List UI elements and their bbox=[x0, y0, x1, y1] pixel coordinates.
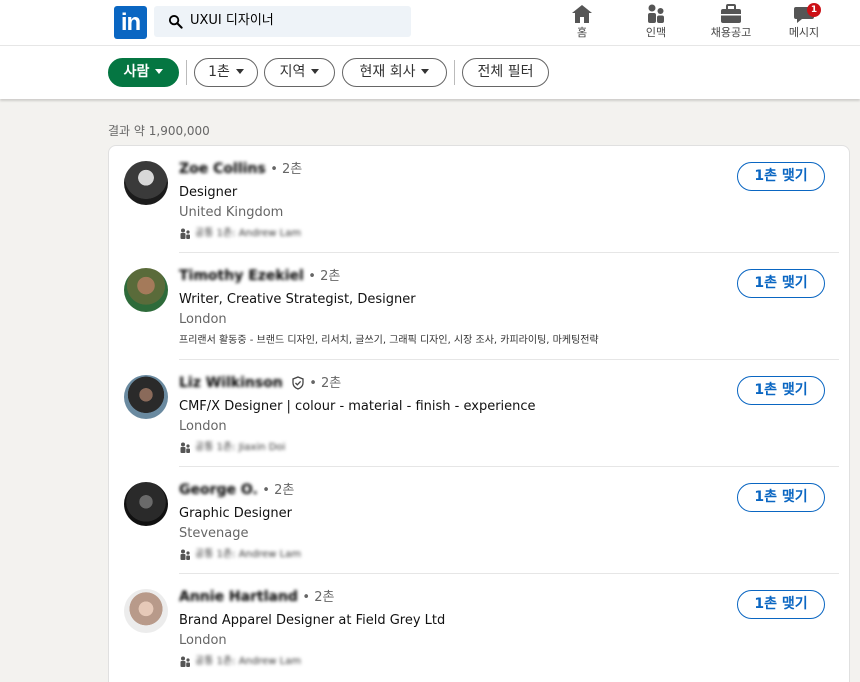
result-headline: Brand Apparel Designer at Field Grey Ltd bbox=[179, 613, 446, 628]
result-location: London bbox=[179, 312, 227, 327]
filter-location-label: 지역 bbox=[279, 64, 306, 80]
filter-current-company-button[interactable]: 현재 회사 bbox=[342, 58, 447, 87]
mutual-connections-icon bbox=[180, 656, 190, 667]
nav-jobs-label: 채용공고 bbox=[710, 26, 752, 39]
result-headline: Writer, Creative Strategist, Designer bbox=[179, 292, 416, 307]
search-input[interactable]: UXUI 디자이너 bbox=[154, 6, 411, 37]
result-mutual-text: 공통 1촌: Andrew Lam bbox=[195, 656, 302, 667]
connect-button[interactable]: 1촌 맺기 bbox=[737, 376, 825, 405]
result-location: United Kingdom bbox=[179, 205, 284, 220]
result-mutual-text: 공통 1촌: Andrew Lam bbox=[195, 228, 302, 239]
caret-down-icon bbox=[155, 68, 164, 74]
linkedin-logo[interactable]: in bbox=[114, 6, 147, 39]
mutual-connections-icon bbox=[180, 442, 190, 453]
result-summary: 프리랜서 활동중 - 브랜드 디자인, 리서치, 글쓰기, 그래픽 디자인, 시… bbox=[179, 335, 599, 346]
filter-connections-label: 1촌 bbox=[208, 64, 230, 80]
nav-messaging[interactable]: 1 메시지 bbox=[769, 3, 839, 43]
result-item: Annie Hartland • 2촌 Brand Apparel Design… bbox=[109, 574, 851, 681]
nav-network[interactable]: 인맥 bbox=[621, 3, 691, 43]
messaging-badge: 1 bbox=[807, 3, 821, 17]
connect-button[interactable]: 1촌 맺기 bbox=[737, 483, 825, 512]
connect-button[interactable]: 1촌 맺기 bbox=[737, 590, 825, 619]
result-location: London bbox=[179, 419, 227, 434]
result-name[interactable]: Liz Wilkinson bbox=[179, 375, 283, 391]
connect-button[interactable]: 1촌 맺기 bbox=[737, 162, 825, 191]
result-mutual: 공통 1촌: Andrew Lam bbox=[179, 547, 301, 562]
mutual-connections-icon bbox=[180, 228, 190, 239]
result-item: Liz Wilkinson • 2촌 CMF/X Designer | colo… bbox=[109, 360, 851, 467]
filter-people-button[interactable]: 사람 bbox=[108, 58, 179, 87]
result-name[interactable]: George O. bbox=[179, 482, 258, 498]
search-results-list: Zoe Collins • 2촌 Designer United Kingdom… bbox=[108, 145, 850, 682]
mutual-connections-icon bbox=[180, 549, 190, 560]
connect-button[interactable]: 1촌 맺기 bbox=[737, 269, 825, 298]
result-headline: Designer bbox=[179, 185, 238, 200]
result-degree: • 2촌 bbox=[302, 590, 335, 605]
filter-divider bbox=[454, 60, 455, 85]
result-name[interactable]: Zoe Collins bbox=[179, 161, 266, 177]
filter-people-label: 사람 bbox=[123, 64, 150, 80]
result-item: Timothy Ezekiel • 2촌 Writer, Creative St… bbox=[109, 253, 851, 360]
result-item: George O. • 2촌 Graphic Designer Stevenag… bbox=[109, 467, 851, 574]
search-icon bbox=[168, 14, 183, 29]
caret-down-icon bbox=[421, 68, 430, 74]
result-item: Zoe Collins • 2촌 Designer United Kingdom… bbox=[109, 146, 851, 253]
result-mutual-text: 공통 1촌: Jiaxin Doi bbox=[195, 442, 286, 453]
avatar[interactable] bbox=[124, 161, 168, 205]
result-degree: • 2촌 bbox=[309, 376, 342, 391]
result-location: London bbox=[179, 633, 227, 648]
result-name[interactable]: Timothy Ezekiel bbox=[179, 268, 304, 284]
nav-network-label: 인맥 bbox=[645, 26, 667, 39]
filter-location-button[interactable]: 지역 bbox=[264, 58, 335, 87]
caret-down-icon bbox=[235, 68, 244, 74]
nav-home-label: 홈 bbox=[576, 26, 588, 39]
avatar[interactable] bbox=[124, 482, 168, 526]
search-value: UXUI 디자이너 bbox=[190, 13, 274, 28]
nav-messaging-label: 메시지 bbox=[788, 26, 820, 39]
nav-jobs[interactable]: 채용공고 bbox=[696, 3, 766, 43]
avatar[interactable] bbox=[124, 589, 168, 633]
home-icon bbox=[572, 5, 592, 23]
network-icon bbox=[648, 4, 664, 23]
result-degree: • 2촌 bbox=[308, 269, 341, 284]
jobs-icon bbox=[721, 4, 741, 23]
result-degree: • 2촌 bbox=[270, 162, 303, 177]
filter-connections-button[interactable]: 1촌 bbox=[194, 58, 258, 87]
filter-current-company-label: 현재 회사 bbox=[359, 64, 416, 80]
filter-divider bbox=[186, 60, 187, 85]
all-filters-button[interactable]: 전체 필터 bbox=[462, 58, 549, 87]
result-location: Stevenage bbox=[179, 526, 249, 541]
nav-home[interactable]: 홈 bbox=[547, 3, 617, 43]
caret-down-icon bbox=[311, 68, 320, 74]
avatar[interactable] bbox=[124, 375, 168, 419]
top-nav: in UXUI 디자이너 홈 인맥 채용공고 1 메시지 bbox=[0, 0, 860, 46]
all-filters-label: 전체 필터 bbox=[477, 64, 534, 80]
filter-bar: 사람 1촌 지역 현재 회사 전체 필터 bbox=[0, 46, 860, 99]
verified-shield-icon bbox=[292, 376, 304, 390]
result-name[interactable]: Annie Hartland bbox=[179, 589, 298, 605]
result-headline: CMF/X Designer | colour - material - fin… bbox=[179, 399, 536, 414]
avatar[interactable] bbox=[124, 268, 168, 312]
result-degree: • 2촌 bbox=[262, 483, 295, 498]
result-mutual-text: 공통 1촌: Andrew Lam bbox=[195, 549, 302, 560]
result-mutual: 공통 1촌: Jiaxin Doi bbox=[179, 440, 285, 455]
results-count: 결과 약 1,900,000 bbox=[108, 124, 210, 138]
result-headline: Graphic Designer bbox=[179, 506, 292, 521]
result-mutual: 공통 1촌: Andrew Lam bbox=[179, 226, 301, 241]
result-mutual: 공통 1촌: Andrew Lam bbox=[179, 654, 301, 669]
